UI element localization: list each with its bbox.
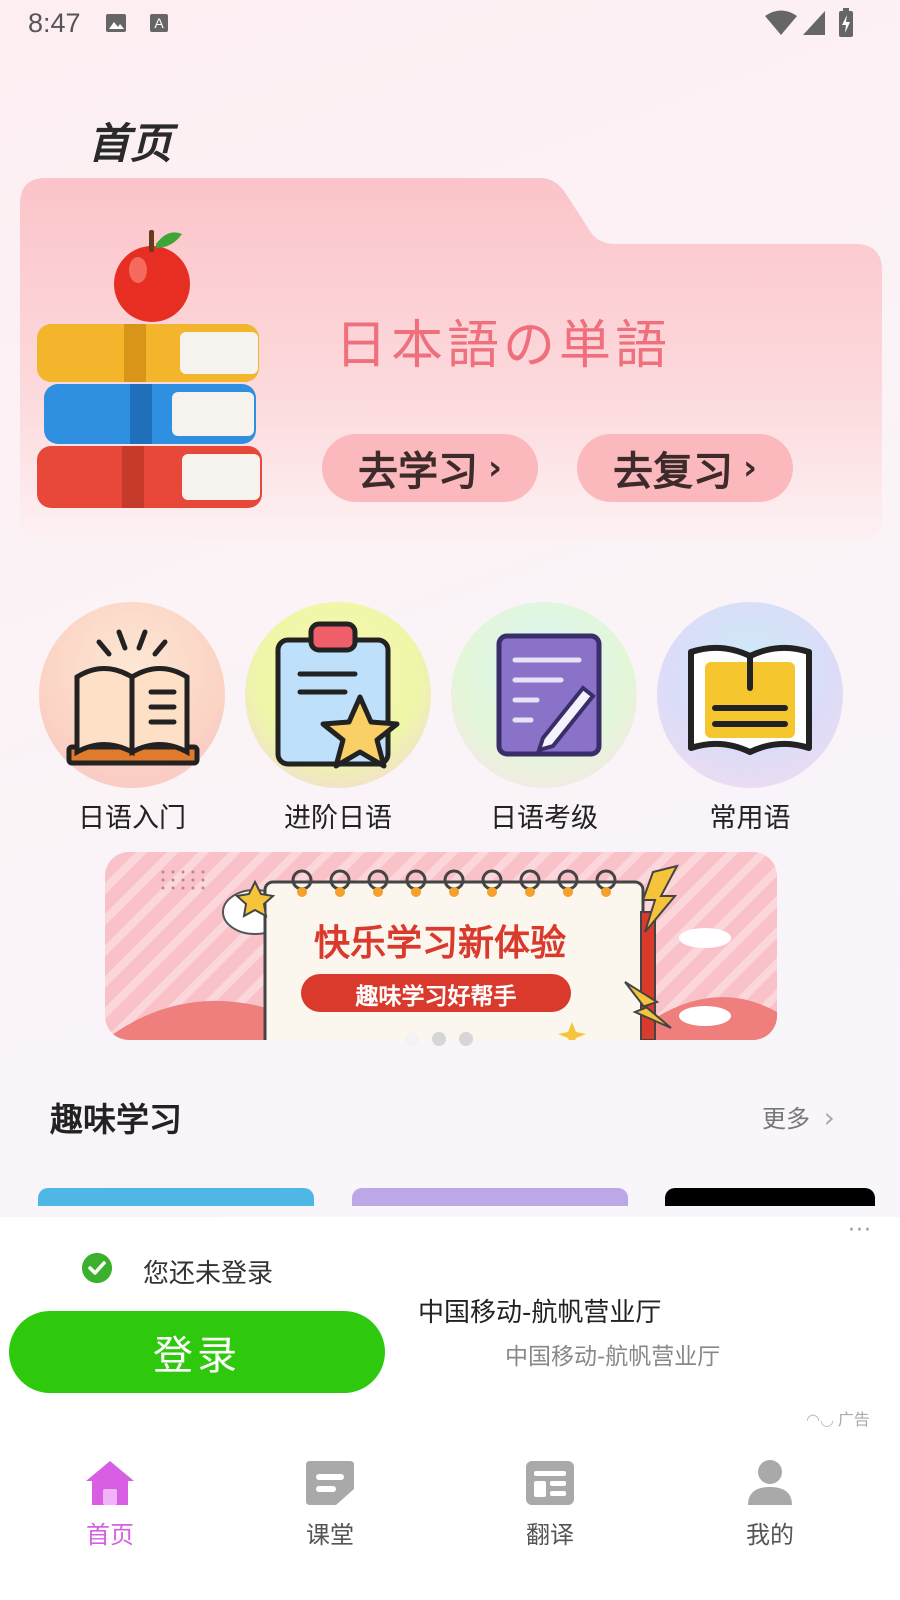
a-icon: A bbox=[150, 14, 168, 32]
carousel-dot[interactable] bbox=[459, 1032, 473, 1046]
chevron-right-icon: › bbox=[742, 448, 757, 488]
more-link[interactable]: 更多 › bbox=[762, 1099, 835, 1134]
open-book-icon bbox=[39, 602, 225, 788]
signal-icon bbox=[803, 11, 825, 35]
banner-subtitle: 趣味学习好帮手 bbox=[355, 984, 517, 1010]
category-label: 日语考级 bbox=[490, 803, 598, 834]
status-bar: 8:47 A bbox=[0, 0, 900, 48]
classroom-icon bbox=[306, 1461, 354, 1505]
hero-card: 日本語の単語 去学习 › 去复习 › bbox=[20, 178, 883, 543]
nav-label: 课堂 bbox=[306, 1521, 354, 1549]
ad-menu-icon[interactable]: ··· bbox=[848, 1218, 872, 1243]
category-label: 进阶日语 bbox=[284, 803, 392, 834]
category-label: 常用语 bbox=[709, 803, 791, 834]
chevron-right-icon: › bbox=[487, 448, 502, 488]
hero-title: 日本語の単語 bbox=[335, 316, 672, 376]
battery-icon bbox=[839, 8, 853, 37]
section-title: 趣味学习 bbox=[50, 1100, 182, 1139]
category-common-phrases[interactable]: 常用语 bbox=[655, 602, 845, 834]
login-button[interactable]: 登录 bbox=[9, 1311, 385, 1393]
books-apple-illustration bbox=[37, 230, 262, 508]
carousel-dot[interactable] bbox=[405, 1032, 419, 1046]
image-icon bbox=[106, 14, 126, 32]
carousel-dot[interactable] bbox=[432, 1032, 446, 1046]
ad-title[interactable]: 中国移动-航帆营业厅 bbox=[418, 1292, 661, 1329]
svg-text:A: A bbox=[154, 15, 164, 31]
category-advanced-japanese[interactable]: 进阶日语 bbox=[243, 602, 433, 834]
ad-badge-label: 广告 bbox=[837, 1410, 870, 1429]
more-label: 更多 bbox=[762, 1105, 810, 1133]
translate-icon bbox=[526, 1461, 574, 1505]
nav-classroom[interactable]: 课堂 bbox=[270, 1459, 390, 1550]
banner-title: 快乐学习新体验 bbox=[313, 923, 566, 964]
clipboard-star-icon bbox=[245, 602, 431, 788]
bottom-navigation: 首页 课堂 翻译 我的 bbox=[0, 1447, 900, 1600]
go-review-button[interactable]: 去复习 › bbox=[577, 434, 793, 502]
category-japanese-intro[interactable]: 日语入门 bbox=[37, 602, 227, 834]
wifi-icon bbox=[765, 10, 797, 35]
page-title: 首页 bbox=[88, 119, 173, 168]
go-review-label: 去复习 bbox=[612, 449, 733, 495]
ad-logo-icon: ◠◡ bbox=[806, 1410, 834, 1429]
carousel-indicator bbox=[405, 1032, 473, 1046]
ad-badge: ◠◡ 广告 bbox=[806, 1406, 870, 1430]
status-time: 8:47 bbox=[28, 8, 81, 38]
nav-label: 翻译 bbox=[526, 1521, 574, 1549]
content-card-thumbnail[interactable] bbox=[352, 1188, 628, 1206]
content-card-thumbnail[interactable] bbox=[665, 1188, 875, 1206]
nav-translate[interactable]: 翻译 bbox=[490, 1459, 610, 1550]
category-japanese-exam[interactable]: 日语考级 bbox=[449, 602, 639, 834]
content-card-thumbnail[interactable] bbox=[38, 1188, 314, 1206]
profile-icon bbox=[748, 1460, 792, 1505]
nav-home[interactable]: 首页 bbox=[50, 1459, 170, 1550]
category-label: 日语入门 bbox=[78, 803, 186, 834]
nav-label: 我的 bbox=[746, 1521, 794, 1549]
nav-profile[interactable]: 我的 bbox=[710, 1459, 830, 1550]
book-icon bbox=[657, 602, 843, 788]
notepad-pencil-icon bbox=[451, 602, 637, 788]
go-study-label: 去学习 bbox=[357, 449, 478, 495]
promo-banner[interactable]: 快乐学习新体验 趣味学习好帮手 bbox=[105, 852, 777, 1040]
go-study-button[interactable]: 去学习 › bbox=[322, 434, 538, 502]
login-hint: 您还未登录 bbox=[143, 1259, 274, 1289]
nav-label: 首页 bbox=[86, 1521, 134, 1549]
check-icon bbox=[82, 1253, 112, 1283]
ad-subtitle[interactable]: 中国移动-航帆营业厅 bbox=[505, 1337, 720, 1371]
chevron-right-icon: › bbox=[823, 1101, 835, 1134]
home-icon bbox=[86, 1461, 134, 1505]
